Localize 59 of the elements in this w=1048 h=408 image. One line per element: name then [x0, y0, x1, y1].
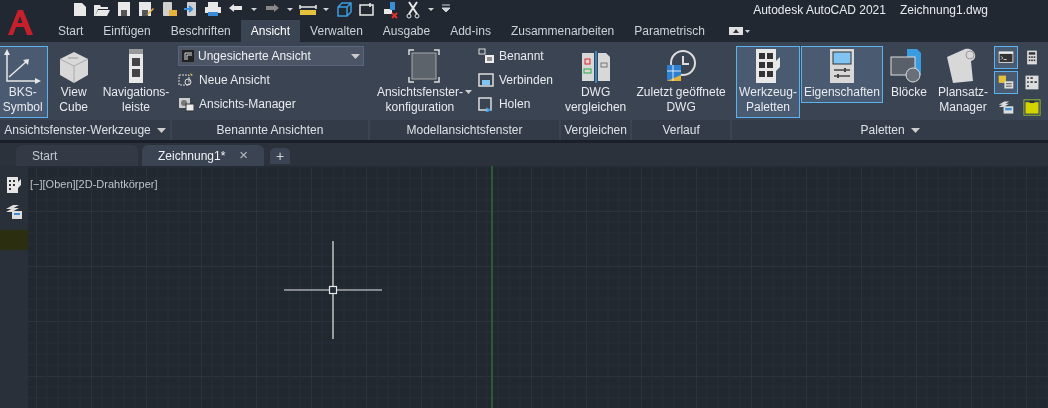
ribbon-small-button[interactable]: Verbinden	[477, 70, 556, 90]
ribbon-small-button[interactable]: Neue Ansicht	[178, 70, 364, 90]
panel-title: Modellansichtsfenster	[406, 122, 523, 139]
ribbon-tab[interactable]: Einfügen	[93, 20, 161, 42]
ribbon-tab[interactable]: Verwalten	[300, 20, 373, 42]
printer-icon[interactable]	[204, 1, 222, 19]
panel-menu-caret-icon[interactable]	[156, 127, 166, 133]
cube-icon[interactable]	[335, 1, 353, 19]
tool-palette-icon[interactable]	[6, 176, 22, 194]
panel-title: Vergleichen	[564, 122, 627, 139]
phone-import-icon[interactable]	[183, 1, 199, 19]
ribbon-tab[interactable]: Ansicht	[240, 20, 301, 42]
restore-viewport-icon[interactable]	[477, 96, 494, 112]
ribbon-button[interactable]: Werkzeug- Paletten	[736, 46, 800, 118]
ribbon-small-button[interactable]: Benannt	[477, 46, 556, 66]
ribbon-button[interactable]: Plansatz- Manager	[934, 46, 991, 118]
ribbon-button[interactable]: DWG vergleichen	[561, 46, 630, 118]
scissors-icon[interactable]	[404, 1, 422, 19]
ribbon-tab[interactable]: Add-ins	[440, 20, 501, 42]
file-title: Zeichnung1.dwg	[899, 2, 988, 19]
view-dropdown[interactable]: Ungesicherte Ansicht	[178, 46, 364, 66]
ribbon-button[interactable]: BKS- Symbol	[0, 46, 48, 118]
dropdown-caret-icon[interactable]	[350, 53, 360, 59]
panel-title: Benannte Ansichten	[216, 122, 324, 139]
ribbon-tab[interactable]: Beschriften	[160, 20, 241, 42]
new-tab-button[interactable]: +	[270, 148, 290, 164]
phone-folder-icon[interactable]	[160, 1, 178, 19]
ribbon-button[interactable]: View Cube	[48, 46, 99, 118]
save-icon[interactable]	[116, 1, 132, 19]
close-tab-button[interactable]: ×	[239, 144, 248, 167]
ribbon-small-button[interactable]: Holen	[477, 94, 556, 114]
document-tab[interactable]: Zeichnung1* ×	[142, 145, 264, 166]
panel-title: Ansichtsfenster-Werkzeuge	[4, 122, 151, 139]
viewport-label[interactable]: [−][Oben][2D-Drahtkörper]	[30, 176, 158, 193]
ribbon-minimize-icon[interactable]	[728, 26, 751, 36]
ribbon-tab[interactable]: Parametrisch	[624, 20, 715, 42]
ribbon-button[interactable]: Navigations- leiste	[99, 46, 173, 118]
app-logo-icon[interactable]	[6, 8, 34, 36]
document-tab[interactable]: Start	[16, 145, 138, 166]
rectangle-icon[interactable]	[358, 1, 376, 19]
ribbon-button[interactable]: Ansichtsfenster- konfiguration	[373, 46, 475, 118]
layer-properties-icon[interactable]	[5, 204, 23, 220]
save-as-icon[interactable]	[137, 1, 155, 19]
view-manager-icon[interactable]	[178, 96, 194, 112]
panel-title: Verlauf	[662, 122, 700, 139]
ribbon-tab[interactable]: Zusammenarbeiten	[500, 20, 625, 42]
ribbon-tab[interactable]: Start	[48, 20, 94, 42]
join-viewports-icon[interactable]	[477, 72, 494, 88]
caret-icon[interactable]	[464, 90, 472, 95]
ribbon-tab[interactable]: Ausgabe	[372, 20, 441, 42]
panel-title: Paletten	[860, 122, 905, 139]
ribbon-button[interactable]: Zuletzt geöffnete DWG	[633, 46, 729, 118]
ribbon-button[interactable]: Eigenschaften	[800, 46, 883, 103]
app-title: Autodesk AutoCAD 2021	[753, 2, 886, 19]
ribbon-small-button[interactable]: Ansichts-Manager	[178, 94, 364, 114]
panel-menu-caret-icon[interactable]	[910, 127, 920, 133]
ribbon-button[interactable]: Blöcke	[883, 46, 934, 103]
new-document-icon[interactable]	[72, 1, 88, 19]
layer-delete-icon[interactable]	[381, 1, 399, 19]
